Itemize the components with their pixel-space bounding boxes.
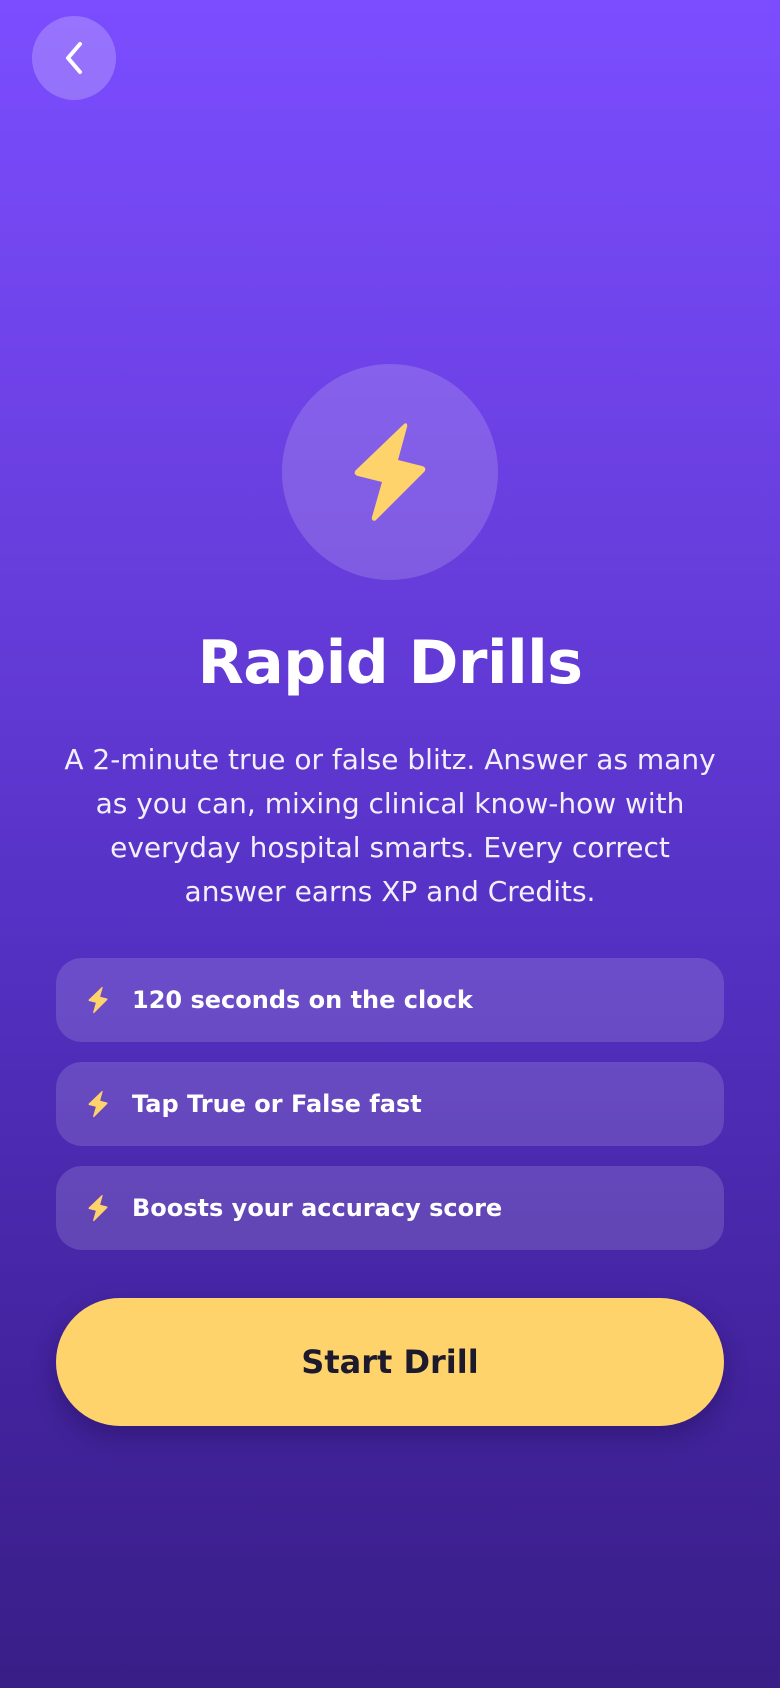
back-button[interactable] bbox=[32, 16, 116, 100]
feature-label: 120 seconds on the clock bbox=[132, 986, 473, 1014]
page-title: Rapid Drills bbox=[197, 628, 583, 698]
hero-icon-circle bbox=[282, 364, 498, 580]
lightning-bolt-icon bbox=[350, 420, 430, 524]
chevron-left-icon bbox=[60, 38, 88, 78]
start-drill-label: Start Drill bbox=[301, 1343, 479, 1381]
feature-item-accuracy: Boosts your accuracy score bbox=[56, 1166, 724, 1250]
lightning-bolt-icon bbox=[84, 1193, 112, 1223]
drill-description: A 2-minute true or false blitz. Answer a… bbox=[64, 743, 716, 908]
feature-label: Boosts your accuracy score bbox=[132, 1194, 503, 1222]
feature-item-timer: 120 seconds on the clock bbox=[56, 958, 724, 1042]
lightning-bolt-icon bbox=[84, 1089, 112, 1119]
start-drill-button[interactable]: Start Drill bbox=[56, 1298, 724, 1426]
feature-label: Tap True or False fast bbox=[132, 1090, 422, 1118]
lightning-bolt-icon bbox=[84, 985, 112, 1015]
feature-item-tap: Tap True or False fast bbox=[56, 1062, 724, 1146]
feature-list: 120 seconds on the clock Tap True or Fal… bbox=[56, 958, 724, 1270]
